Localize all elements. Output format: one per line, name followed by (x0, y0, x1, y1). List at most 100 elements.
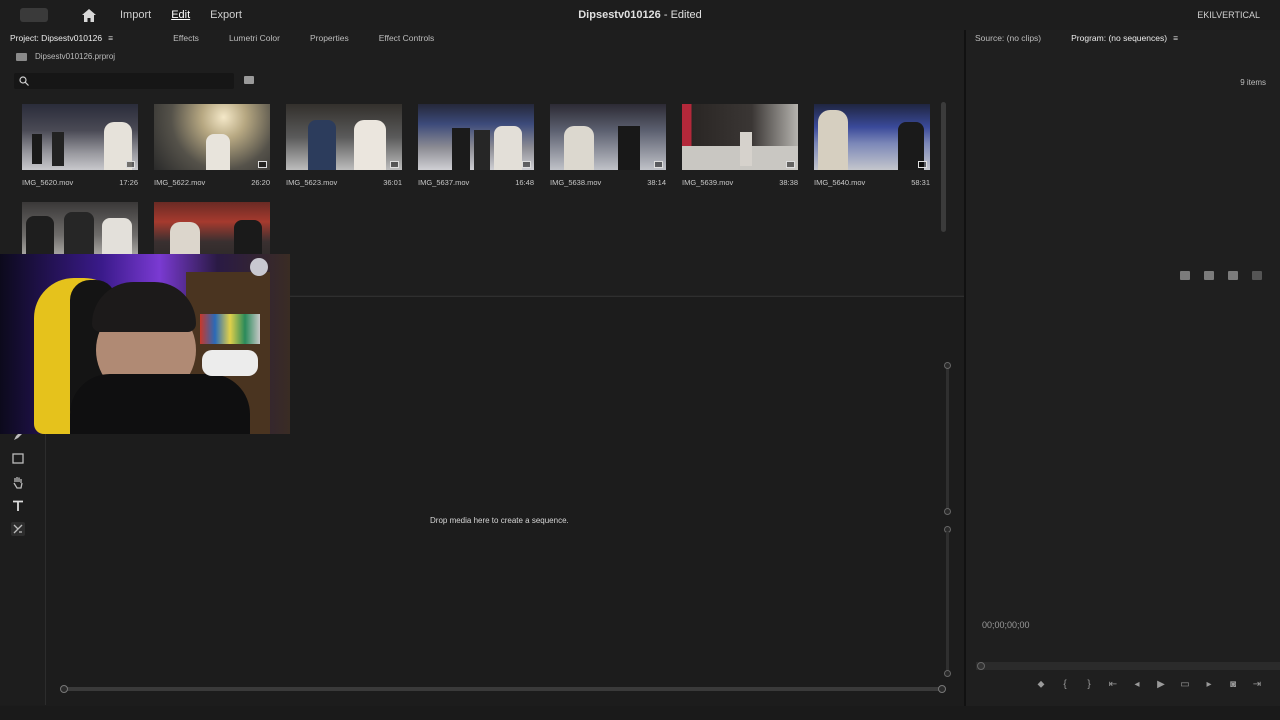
tab-program[interactable]: Program: (no sequences) ≡ (1071, 33, 1208, 43)
home-icon[interactable] (81, 7, 97, 23)
clip-thumbnail[interactable]: IMG_5622.mov 26:20 (154, 104, 270, 187)
hand-icon[interactable] (11, 475, 25, 489)
generative-extend-icon[interactable] (11, 522, 25, 536)
clip-duration: 16:48 (515, 178, 534, 187)
left-panel-tabs: Project: Dipsestv010126 ≡ Effects Lumetri… (10, 30, 464, 46)
right-panel-tabs: Source: (no clips) Program: (no sequence… (975, 30, 1238, 46)
scroll-track (946, 532, 949, 672)
top-bar: Import Edit Export Dipsestv010126 - Edit… (0, 0, 1280, 30)
clip-thumbnail[interactable]: IMG_5623.mov 36:01 (286, 104, 402, 187)
scroll-track (64, 687, 942, 691)
panel-divider[interactable] (964, 30, 966, 706)
panel-menu-icon[interactable]: ≡ (1173, 33, 1178, 43)
new-search-bin-icon[interactable] (244, 76, 254, 84)
export-frame-icon[interactable]: ◙ (1228, 679, 1238, 690)
project-file-row: Dipsestv010126.prproj (16, 52, 115, 61)
panel-menu-icon[interactable]: ≡ (108, 33, 113, 43)
clip-preview (154, 104, 270, 170)
clip-name: IMG_5622.mov (154, 178, 206, 187)
clip-preview (286, 104, 402, 170)
top-nav: Import Edit Export (110, 9, 252, 21)
nav-import[interactable]: Import (110, 9, 161, 21)
project-file-name: Dipsestv010126.prproj (35, 52, 116, 61)
scroll-handle[interactable] (60, 685, 68, 693)
document-name: Dipsestv010126 (578, 9, 661, 21)
tab-source[interactable]: Source: (no clips) (975, 33, 1041, 43)
transport-controls: ⬥ { } ⇤ ◂ ▶ ▭ ▸ ◙ ⇥ (1036, 679, 1276, 690)
clip-preview (550, 104, 666, 170)
folder-icon (16, 52, 27, 61)
nav-export[interactable]: Export (200, 9, 252, 21)
document-status: - Edited (660, 9, 702, 21)
clip-type-icon (786, 161, 795, 168)
app-logo[interactable] (20, 8, 48, 22)
freeform-view-icon[interactable] (1180, 271, 1190, 280)
clip-name: IMG_5638.mov (550, 178, 602, 187)
timeline-vertical-scrollbar[interactable] (944, 362, 951, 678)
type-icon[interactable] (11, 499, 25, 513)
new-item-icon[interactable] (1228, 271, 1238, 280)
clip-type-icon (126, 161, 135, 168)
tab-effect-controls[interactable]: Effect Controls (379, 33, 435, 43)
clip-thumbnail[interactable]: IMG_5639.mov 38:38 (682, 104, 798, 187)
tab-effects[interactable]: Effects (173, 33, 199, 43)
search-icon (19, 76, 29, 86)
scroll-handle[interactable] (944, 362, 951, 369)
scroll-handle[interactable] (938, 685, 946, 693)
clip-type-icon (918, 161, 927, 168)
mark-out-icon[interactable]: } (1084, 679, 1094, 690)
program-monitor-panel (966, 30, 1280, 706)
rectangle-icon[interactable] (11, 451, 25, 465)
tab-project[interactable]: Project: Dipsestv010126 ≡ (10, 33, 143, 43)
clip-type-icon (390, 161, 399, 168)
clip-name: IMG_5640.mov (814, 178, 866, 187)
nav-edit[interactable]: Edit (161, 9, 200, 21)
play-icon[interactable]: ▶ (1156, 679, 1166, 690)
new-bin-icon[interactable] (1204, 271, 1214, 280)
status-bar (0, 706, 1280, 720)
trash-icon[interactable] (1252, 271, 1262, 280)
scroll-handle[interactable] (944, 508, 951, 515)
tab-lumetri-color[interactable]: Lumetri Color (229, 33, 280, 43)
mark-in-icon[interactable]: { (1060, 679, 1070, 690)
add-marker-icon[interactable]: ⬥ (1036, 679, 1046, 690)
clip-thumbnail[interactable]: IMG_5637.mov 16:48 (418, 104, 534, 187)
clip-duration: 58:31 (911, 178, 930, 187)
clip-preview (22, 104, 138, 170)
scroll-handle[interactable] (944, 670, 951, 677)
clip-preview (814, 104, 930, 170)
clip-thumbnail[interactable]: IMG_5640.mov 58:31 (814, 104, 930, 187)
program-scrubber[interactable] (976, 662, 1280, 670)
clip-duration: 36:01 (383, 178, 402, 187)
clip-type-icon (654, 161, 663, 168)
clip-preview (418, 104, 534, 170)
clip-duration: 38:38 (779, 178, 798, 187)
step-back-icon[interactable]: ◂ (1132, 679, 1142, 690)
clip-name: IMG_5637.mov (418, 178, 470, 187)
items-count: 9 items (1240, 78, 1266, 87)
clip-name: IMG_5639.mov (682, 178, 734, 187)
program-timecode[interactable]: 00;00;00;00 (982, 620, 1030, 630)
tab-properties[interactable]: Properties (310, 33, 349, 43)
lift-icon[interactable]: ▭ (1180, 679, 1190, 690)
clip-thumbnail[interactable]: IMG_5638.mov 38:14 (550, 104, 666, 187)
clip-name: IMG_5623.mov (286, 178, 338, 187)
clip-thumbnail[interactable]: IMG_5620.mov 17:26 (22, 104, 138, 187)
clip-duration: 26:20 (251, 178, 270, 187)
tools-panel (0, 425, 46, 705)
timeline-horizontal-scrollbar[interactable] (60, 685, 946, 693)
project-scrollbar[interactable] (941, 102, 946, 232)
clip-type-icon (258, 161, 267, 168)
clip-duration: 17:26 (119, 178, 138, 187)
step-forward-icon[interactable]: ▸ (1204, 679, 1214, 690)
workspace-label[interactable]: EKILVERTICAL (1197, 10, 1260, 20)
playhead-handle[interactable] (977, 662, 985, 670)
go-to-in-icon[interactable]: ⇤ (1108, 679, 1118, 690)
search-input[interactable] (14, 73, 234, 89)
drop-media-hint: Drop media here to create a sequence. (430, 516, 569, 525)
clip-name: IMG_5620.mov (22, 178, 74, 187)
clip-type-icon (522, 161, 531, 168)
webcam-overlay (0, 254, 290, 434)
clip-preview (682, 104, 798, 170)
go-to-out-icon[interactable]: ⇥ (1252, 679, 1262, 690)
